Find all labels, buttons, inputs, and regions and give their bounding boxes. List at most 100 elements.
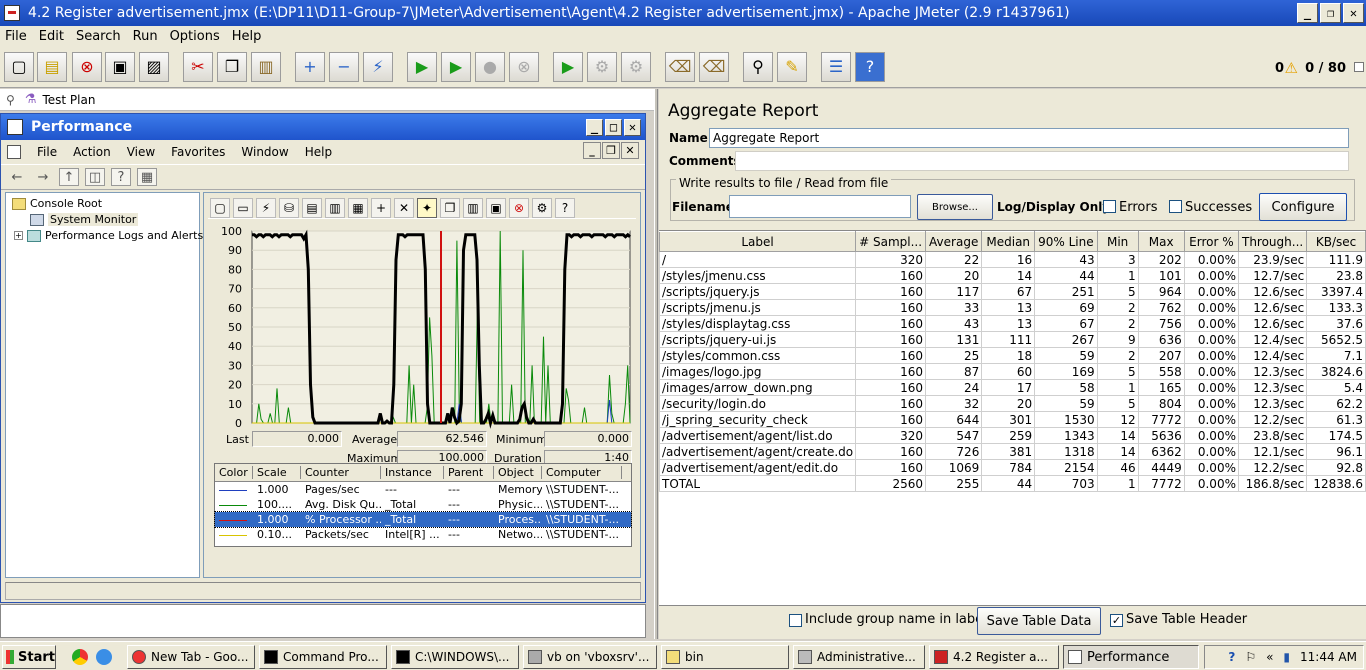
start-icon[interactable]: ▶ bbox=[407, 52, 437, 82]
sysmon-help-icon[interactable]: ? bbox=[555, 197, 575, 218]
results-row[interactable]: /j_spring_security_check 160 644 301 1530 12 7… bbox=[658, 411, 1366, 428]
clear-icon[interactable]: ⌫ bbox=[665, 52, 695, 82]
results-row[interactable]: /scripts/jmenu.js 160 33 13 69 2 762 0.00% 12.6/… bbox=[658, 299, 1366, 316]
results-row[interactable]: /scripts/jquery-ui.js 160 131 111 267 9 636 0.0… bbox=[658, 331, 1366, 348]
toggle-icon[interactable]: ⚡ bbox=[363, 52, 393, 82]
results-col-header[interactable]: Min bbox=[1096, 231, 1139, 252]
col-object[interactable]: Object bbox=[494, 466, 542, 479]
clear-display-icon[interactable]: ▭ bbox=[233, 197, 253, 218]
search-icon[interactable]: ⚲ bbox=[743, 52, 773, 82]
results-row[interactable]: /images/arrow_down.png 160 24 17 58 1 165 0.00%… bbox=[658, 379, 1366, 396]
performance-app-icon[interactable] bbox=[7, 119, 23, 135]
results-row[interactable]: /security/login.do 160 32 20 59 5 804 0.00% 12.3… bbox=[658, 395, 1366, 412]
help-topic-icon[interactable]: ? bbox=[111, 168, 131, 186]
view-graph-icon[interactable]: ▤ bbox=[302, 197, 322, 218]
split-divider[interactable] bbox=[654, 89, 658, 639]
expand-icon[interactable]: + bbox=[14, 231, 23, 240]
task-vboxsrv[interactable]: vb on 'vboxsrv'... bbox=[523, 645, 657, 669]
volume-tray-icon[interactable]: ⚐ bbox=[1245, 650, 1256, 664]
new-icon[interactable]: ▢ bbox=[4, 52, 34, 82]
results-col-header[interactable]: Median bbox=[981, 231, 1036, 252]
freeze-display-icon[interactable]: ⊗ bbox=[509, 197, 529, 218]
network-tray-icon[interactable]: ▮ bbox=[1283, 650, 1290, 664]
update-data-icon[interactable]: ⚙ bbox=[532, 197, 552, 218]
remote-shutdown-all-icon[interactable]: ⚙ bbox=[621, 52, 651, 82]
menu-file[interactable]: File bbox=[0, 29, 33, 44]
menu-help[interactable]: Help bbox=[226, 29, 268, 44]
col-instance[interactable]: Instance bbox=[381, 466, 444, 479]
expand-tray-icon[interactable]: « bbox=[1266, 650, 1273, 664]
open-icon[interactable]: ▤ bbox=[37, 52, 67, 82]
name-input[interactable]: Aggregate Report bbox=[709, 128, 1349, 148]
results-row[interactable]: /advertisement/agent/list.do 320 547 259 134… bbox=[658, 427, 1366, 444]
results-col-header[interactable]: Label bbox=[658, 231, 857, 252]
counter-row[interactable]: 1.000 Pages/sec --- --- Memory \\STUDENT-... bbox=[215, 482, 631, 497]
results-row[interactable]: /images/logo.jpg 160 87 60 169 5 558 0.00% 12.3/… bbox=[658, 363, 1366, 380]
task-administrative[interactable]: Administrative... bbox=[793, 645, 925, 669]
copy-properties-icon[interactable]: ❐ bbox=[440, 197, 460, 218]
show-tree-icon[interactable]: ◫ bbox=[85, 168, 105, 186]
start-button[interactable]: Start bbox=[2, 645, 56, 669]
perf-minimize-button[interactable]: _ bbox=[586, 118, 603, 136]
results-col-header[interactable]: Through... bbox=[1237, 231, 1308, 252]
system-monitor-node[interactable]: System Monitor bbox=[30, 213, 139, 226]
paste-counter-list-icon[interactable]: ▥ bbox=[463, 197, 483, 218]
task-chrome[interactable]: New Tab - Goo... bbox=[127, 645, 255, 669]
delete-counter-icon[interactable]: ✕ bbox=[394, 197, 414, 218]
perf-menu-action[interactable]: Action bbox=[65, 145, 119, 159]
ie-quicklaunch-icon[interactable] bbox=[96, 649, 112, 665]
results-total-row[interactable]: TOTAL 2560 255 44 703 1 7772 0.00% 186.8/sec 1283… bbox=[658, 475, 1366, 492]
menu-run[interactable]: Run bbox=[127, 29, 164, 44]
results-row[interactable]: /styles/displaytag.css 160 43 13 67 2 756 0.00%… bbox=[658, 315, 1366, 332]
new-counter-set-icon[interactable]: ▢ bbox=[210, 197, 230, 218]
collapse-all-icon[interactable]: − bbox=[329, 52, 359, 82]
col-scale[interactable]: Scale bbox=[253, 466, 301, 479]
menu-search[interactable]: Search bbox=[70, 29, 127, 44]
up-folder-icon[interactable]: ↑ bbox=[59, 168, 79, 186]
results-col-header[interactable]: Max bbox=[1137, 231, 1185, 252]
child-restore-button[interactable]: ❐ bbox=[602, 142, 620, 159]
counter-row[interactable]: 1.000 % Processor ... _Total --- Proces... \\… bbox=[214, 511, 632, 528]
tree-handle-icon[interactable]: ⚲ bbox=[6, 93, 15, 107]
results-row[interactable]: /styles/jmenu.css 160 20 14 44 1 101 0.00% 12.7/… bbox=[658, 267, 1366, 284]
results-col-header[interactable]: 90% Line bbox=[1034, 231, 1098, 252]
counter-row[interactable]: 100.... Avg. Disk Qu... _Total --- Physic...… bbox=[215, 497, 631, 512]
expand-all-icon[interactable]: + bbox=[295, 52, 325, 82]
filename-input[interactable] bbox=[729, 195, 911, 218]
clear-all-icon[interactable]: ⌫ bbox=[699, 52, 729, 82]
results-row[interactable]: /advertisement/agent/edit.do 160 1069 784 21… bbox=[658, 459, 1366, 476]
save-header-checkbox[interactable]: ✓ bbox=[1110, 614, 1123, 627]
jmeter-app-icon[interactable] bbox=[4, 5, 20, 21]
view-log-data-icon[interactable]: ⛁ bbox=[279, 197, 299, 218]
start-no-pauses-icon[interactable]: ▶ bbox=[441, 52, 471, 82]
close-file-icon[interactable]: ⊗ bbox=[72, 52, 102, 82]
col-parent[interactable]: Parent bbox=[444, 466, 494, 479]
function-helper-icon[interactable]: ☰ bbox=[821, 52, 851, 82]
save-as-icon[interactable]: ▨ bbox=[139, 52, 169, 82]
col-color[interactable]: Color bbox=[215, 466, 253, 479]
chrome-quicklaunch-icon[interactable] bbox=[72, 649, 88, 665]
comments-input[interactable] bbox=[735, 151, 1349, 171]
include-group-checkbox[interactable] bbox=[789, 614, 802, 627]
browse-button[interactable]: Browse... bbox=[917, 194, 993, 220]
configure-button[interactable]: Configure bbox=[1259, 193, 1347, 221]
successes-checkbox[interactable] bbox=[1169, 200, 1182, 213]
properties-icon[interactable]: ▣ bbox=[486, 197, 506, 218]
help-icon[interactable]: ? bbox=[855, 52, 885, 82]
view-report-icon[interactable]: ▦ bbox=[348, 197, 368, 218]
add-counter-icon[interactable]: + bbox=[371, 197, 391, 218]
perf-menu-window[interactable]: Window bbox=[233, 145, 296, 159]
copy-icon[interactable]: ❐ bbox=[217, 52, 247, 82]
child-minimize-button[interactable]: _ bbox=[583, 142, 601, 159]
highlight-icon[interactable]: ✦ bbox=[417, 197, 437, 218]
results-row[interactable]: /320 22 16 43 3 202 0.00% 23.9/sec 111.9 bbox=[658, 251, 1366, 268]
perf-menu-view[interactable]: View bbox=[119, 145, 163, 159]
task-jmeter[interactable]: 4.2 Register a... bbox=[929, 645, 1059, 669]
results-col-header[interactable]: KB/sec bbox=[1306, 231, 1366, 252]
view-histogram-icon[interactable]: ▥ bbox=[325, 197, 345, 218]
task-performance[interactable]: Performance bbox=[1063, 645, 1199, 669]
close-button[interactable]: ✕ bbox=[1343, 3, 1364, 23]
remote-start-all-icon[interactable]: ▶ bbox=[553, 52, 583, 82]
warning-icon[interactable]: ⚠ bbox=[1285, 59, 1298, 77]
perf-menu-favorites[interactable]: Favorites bbox=[163, 145, 233, 159]
